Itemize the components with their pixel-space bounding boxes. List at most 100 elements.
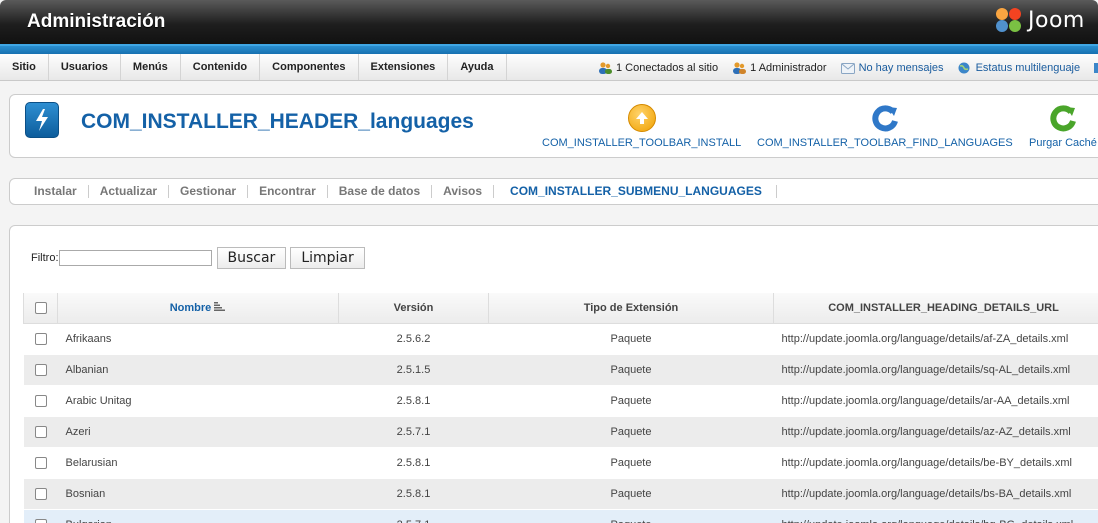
clear-button[interactable]: Limpiar: [290, 247, 365, 269]
details-url: http://update.joomla.org/language/detail…: [773, 354, 1098, 386]
menu-contenido[interactable]: Contenido: [181, 54, 261, 80]
install-button-label: COM_INSTALLER_TOOLBAR_INSTALL: [542, 137, 742, 149]
status-admin[interactable]: 1 Administrador: [732, 61, 827, 74]
language-version: 2.5.8.1: [338, 478, 489, 510]
table-row[interactable]: Azeri 2.5.7.1 Paquete http://update.joom…: [23, 416, 1098, 448]
extension-type: Paquete: [488, 416, 774, 448]
header-accent-bar: [0, 44, 1098, 54]
language-name: Arabic Unitag: [57, 385, 339, 417]
joomla-logo-text: Joom: [1028, 7, 1085, 33]
column-header-type[interactable]: Tipo de Extensión: [488, 293, 774, 324]
row-checkbox[interactable]: [34, 456, 47, 469]
row-checkbox[interactable]: [34, 332, 47, 345]
globe-icon: [958, 62, 972, 74]
status-multilang[interactable]: Estatus multilenguaje: [958, 61, 1081, 74]
language-name: Bosnian: [57, 478, 339, 510]
column-header-name[interactable]: Nombre: [57, 293, 339, 324]
status-more-icon[interactable]: [1094, 62, 1098, 73]
component-toolbar: COM_INSTALLER_HEADER_languages COM_INSTA…: [9, 94, 1098, 158]
languages-panel: Filtro: Buscar Limpiar Nombre Versión Ti…: [9, 225, 1098, 523]
menu-ayuda[interactable]: Ayuda: [448, 54, 507, 80]
filter-input[interactable]: [58, 250, 212, 266]
status-admin-label: 1 Administrador: [750, 61, 827, 74]
column-header-url[interactable]: COM_INSTALLER_HEADING_DETAILS_URL: [773, 293, 1098, 324]
refresh-green-icon: [1049, 104, 1077, 132]
details-url: http://update.joomla.org/language/detail…: [773, 416, 1098, 448]
install-button[interactable]: COM_INSTALLER_TOOLBAR_INSTALL: [542, 104, 741, 149]
menu-componentes[interactable]: Componentes: [260, 54, 359, 80]
submenu-instalar[interactable]: Instalar: [23, 185, 89, 198]
menu-menus[interactable]: Menús: [121, 54, 181, 80]
row-checkbox[interactable]: [34, 425, 47, 438]
purge-cache-button-label: Purgar Caché: [1029, 137, 1097, 149]
row-checkbox[interactable]: [34, 518, 47, 523]
menu-extensiones[interactable]: Extensiones: [359, 54, 449, 80]
extension-type: Paquete: [488, 323, 774, 355]
joomla-logo[interactable]: Joom: [994, 6, 1085, 34]
language-version: 2.5.7.1: [338, 509, 489, 523]
languages-table: Nombre Versión Tipo de Extensión COM_INS…: [23, 293, 1098, 523]
language-name: Afrikaans: [57, 323, 339, 355]
joomla-logo-icon: [994, 6, 1024, 34]
column-header-version[interactable]: Versión: [338, 293, 489, 324]
refresh-blue-icon: [871, 104, 899, 132]
sort-ascending-icon: [214, 301, 226, 314]
language-version: 2.5.6.2: [338, 323, 489, 355]
menu-sitio[interactable]: Sitio: [0, 54, 49, 80]
column-header-name-label: Nombre: [169, 301, 212, 314]
table-row[interactable]: Albanian 2.5.1.5 Paquete http://update.j…: [23, 354, 1098, 386]
installer-submenu: Instalar Actualizar Gestionar Encontrar …: [9, 178, 1098, 205]
menu-usuarios[interactable]: Usuarios: [49, 54, 121, 80]
submenu-gestionar[interactable]: Gestionar: [169, 185, 249, 198]
language-name: Bulgarian: [57, 509, 339, 523]
purge-cache-button[interactable]: Purgar Caché: [1029, 104, 1097, 149]
details-url: http://update.joomla.org/language/detail…: [773, 478, 1098, 510]
submenu-actualizar[interactable]: Actualizar: [89, 185, 170, 198]
language-name: Belarusian: [57, 447, 339, 479]
language-version: 2.5.1.5: [338, 354, 489, 386]
details-url: http://update.joomla.org/language/detail…: [773, 323, 1098, 355]
status-multilang-label: Estatus multilenguaje: [975, 61, 1081, 74]
table-row[interactable]: Arabic Unitag 2.5.8.1 Paquete http://upd…: [23, 385, 1098, 417]
status-messages[interactable]: No hay mensajes: [840, 62, 944, 74]
extension-type: Paquete: [488, 509, 774, 523]
row-checkbox[interactable]: [34, 363, 47, 376]
language-version: 2.5.8.1: [338, 447, 489, 479]
row-checkbox[interactable]: [34, 394, 47, 407]
admin-title: Administración: [27, 11, 166, 32]
row-checkbox[interactable]: [34, 487, 47, 500]
search-button[interactable]: Buscar: [216, 247, 287, 269]
find-languages-button-label: COM_INSTALLER_TOOLBAR_FIND_LANGUAGES: [757, 137, 1013, 149]
filter-label: Filtro:: [31, 252, 59, 264]
table-row[interactable]: Afrikaans 2.5.6.2 Paquete http://update.…: [23, 323, 1098, 355]
table-row[interactable]: Belarusian 2.5.8.1 Paquete http://update…: [23, 447, 1098, 479]
language-version: 2.5.8.1: [338, 385, 489, 417]
table-row[interactable]: Bosnian 2.5.8.1 Paquete http://update.jo…: [23, 478, 1098, 510]
filter-bar: Filtro: Buscar Limpiar: [31, 247, 369, 269]
users-icon: [598, 61, 612, 74]
page-title: COM_INSTALLER_HEADER_languages: [81, 110, 474, 133]
language-name: Azeri: [57, 416, 339, 448]
extension-type: Paquete: [488, 478, 774, 510]
status-online-label: 1 Conectados al sitio: [616, 61, 719, 74]
details-url: http://update.joomla.org/language/detail…: [773, 447, 1098, 479]
submenu-avisos[interactable]: Avisos: [432, 185, 495, 198]
submenu-encontrar[interactable]: Encontrar: [248, 185, 328, 198]
table-header-row: Nombre Versión Tipo de Extensión COM_INS…: [23, 293, 1098, 324]
extension-type: Paquete: [488, 354, 774, 386]
language-name: Albanian: [57, 354, 339, 386]
admin-header: Administración Joom: [0, 0, 1098, 44]
table-row[interactable]: Bulgarian 2.5.7.1 Paquete http://update.…: [23, 509, 1098, 523]
find-languages-button[interactable]: COM_INSTALLER_TOOLBAR_FIND_LANGUAGES: [757, 104, 1013, 149]
submenu-base-de-datos[interactable]: Base de datos: [328, 185, 433, 198]
select-all-cell: [23, 293, 58, 324]
status-online[interactable]: 1 Conectados al sitio: [598, 62, 718, 74]
extension-type: Paquete: [488, 385, 774, 417]
mail-icon: [840, 62, 855, 74]
main-menu-bar: Sitio Usuarios Menús Contenido Component…: [0, 54, 1098, 81]
language-version: 2.5.7.1: [338, 416, 489, 448]
submenu-languages[interactable]: COM_INSTALLER_SUBMENU_LANGUAGES: [494, 185, 777, 198]
select-all-checkbox[interactable]: [34, 301, 47, 314]
status-bar: 1 Conectados al sitio 1 Administrador No…: [598, 54, 1098, 81]
extension-type: Paquete: [488, 447, 774, 479]
